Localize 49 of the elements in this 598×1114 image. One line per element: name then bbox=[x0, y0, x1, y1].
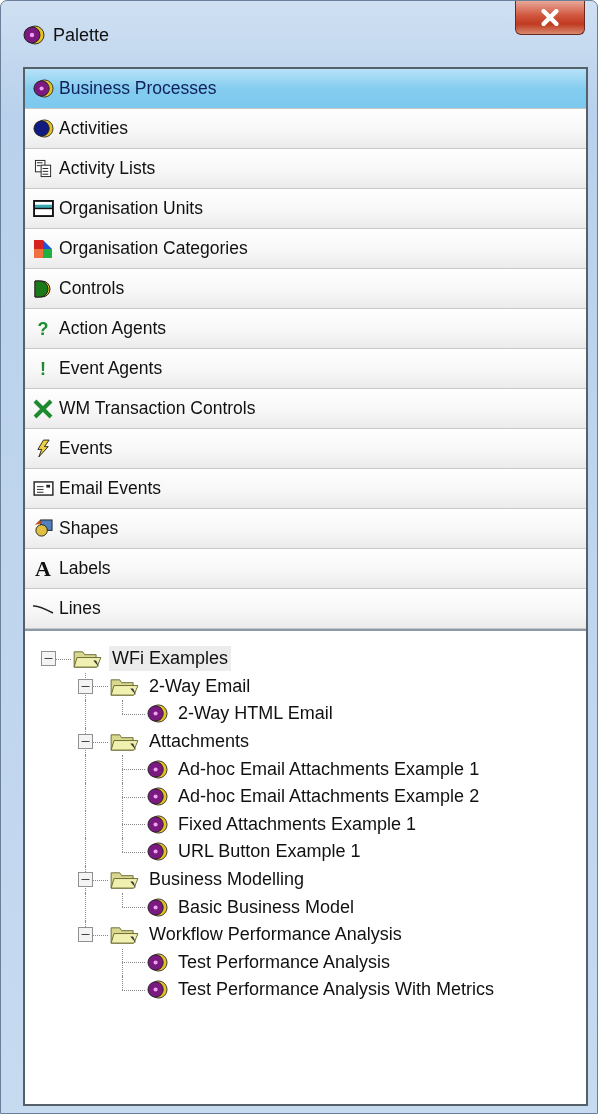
process-icon bbox=[147, 841, 168, 863]
process-icon bbox=[147, 758, 168, 780]
process-icon bbox=[147, 896, 168, 918]
tree-toggle[interactable] bbox=[41, 651, 56, 666]
process-icon bbox=[147, 813, 168, 835]
close-icon bbox=[539, 9, 561, 26]
tree-item[interactable]: Test Performance Analysis bbox=[175, 949, 394, 975]
process-icon bbox=[32, 78, 54, 99]
control-icon bbox=[33, 278, 53, 299]
glyph-icon: ! bbox=[40, 359, 46, 378]
tree-item[interactable]: Ad-hoc Email Attachments Example 2 bbox=[175, 784, 483, 810]
tree-toggle[interactable] bbox=[78, 871, 93, 887]
tree-item[interactable]: Fixed Attachments Example 1 bbox=[175, 811, 420, 837]
tree-toggle[interactable] bbox=[78, 678, 93, 694]
window-title: Palette bbox=[53, 25, 110, 46]
tree-item[interactable]: Workflow Performance Analysis bbox=[146, 922, 405, 948]
process-icon bbox=[147, 979, 168, 1001]
folder-icon bbox=[110, 731, 139, 753]
tree-item[interactable]: Ad-hoc Email Attachments Example 1 bbox=[175, 756, 483, 782]
line-icon bbox=[32, 602, 54, 615]
folder-icon bbox=[110, 924, 139, 946]
tree-item[interactable]: Business Modelling bbox=[146, 867, 308, 893]
palette-category[interactable]: Business Processes bbox=[25, 69, 586, 109]
tree-item[interactable]: URL Button Example 1 bbox=[175, 839, 364, 865]
folder-icon bbox=[73, 648, 102, 670]
glyph-icon: ? bbox=[37, 319, 49, 338]
tree-toggle[interactable] bbox=[78, 926, 93, 942]
cross-icon bbox=[32, 398, 54, 419]
process-icon bbox=[147, 786, 168, 808]
unit-icon bbox=[32, 200, 54, 217]
email-icon bbox=[32, 481, 54, 496]
process-icon bbox=[147, 951, 168, 973]
tree-item[interactable]: 2-Way Email bbox=[146, 673, 254, 699]
tree-item[interactable]: Attachments bbox=[146, 729, 253, 755]
tree-item[interactable]: Test Performance Analysis With Metrics bbox=[175, 977, 498, 1003]
documents-icon bbox=[33, 159, 53, 178]
close-button[interactable] bbox=[515, 1, 585, 35]
shapes-icon bbox=[33, 519, 53, 538]
tree-toggle[interactable] bbox=[78, 733, 93, 749]
tree-item[interactable]: 2-Way HTML Email bbox=[175, 701, 336, 727]
tree-item[interactable]: WFi Examples bbox=[109, 646, 231, 672]
folder-icon bbox=[110, 869, 139, 891]
letter-icon: A bbox=[35, 557, 51, 580]
categories-icon bbox=[33, 238, 53, 259]
lightning-icon bbox=[35, 439, 51, 458]
activity-icon bbox=[32, 118, 54, 139]
process-icon bbox=[23, 24, 45, 46]
process-icon bbox=[147, 703, 168, 725]
tree-item[interactable]: Basic Business Model bbox=[175, 894, 358, 920]
